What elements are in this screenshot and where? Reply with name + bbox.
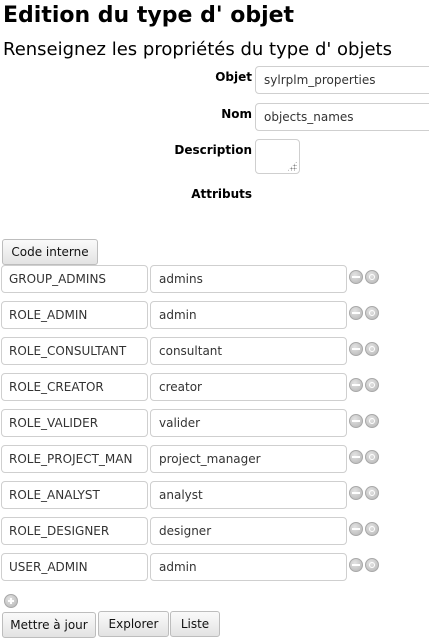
row-action-icon[interactable] — [365, 522, 379, 536]
attribute-value-field[interactable]: creator — [150, 373, 347, 401]
attribute-row: ROLE_DESIGNER designer — [0, 516, 429, 552]
row-action-icon[interactable] — [365, 306, 379, 320]
remove-row-icon[interactable] — [349, 522, 363, 536]
remove-row-icon[interactable] — [349, 486, 363, 500]
attribute-value-field[interactable]: analyst — [150, 481, 347, 509]
attribute-value-field[interactable]: valider — [150, 409, 347, 437]
row-action-icon[interactable] — [365, 450, 379, 464]
explore-button[interactable]: Explorer — [98, 611, 169, 637]
attribute-key-field[interactable]: ROLE_CONSULTANT — [1, 337, 148, 365]
remove-row-icon[interactable] — [349, 306, 363, 320]
row-action-icon[interactable] — [365, 342, 379, 356]
attribute-row: ROLE_PROJECT_MAN project_manager — [0, 444, 429, 480]
remove-row-icon[interactable] — [349, 270, 363, 284]
attribute-row: USER_ADMIN admin — [0, 552, 429, 588]
attribute-row: GROUP_ADMINS admins — [0, 264, 429, 300]
page-subtitle: Renseignez les propriétés du type d' obj… — [3, 39, 392, 60]
remove-row-icon[interactable] — [349, 414, 363, 428]
attribute-row: ROLE_VALIDER valider — [0, 408, 429, 444]
row-action-icon[interactable] — [365, 414, 379, 428]
attribute-row: ROLE_CREATOR creator — [0, 372, 429, 408]
attribute-key-field[interactable]: USER_ADMIN — [1, 553, 148, 581]
list-button[interactable]: Liste — [170, 611, 220, 637]
attribute-key-field[interactable]: ROLE_CREATOR — [1, 373, 148, 401]
attributes-list: GROUP_ADMINS admins ROLE_ADMIN admin ROL… — [0, 264, 429, 588]
description-label: Description — [174, 143, 252, 157]
attribute-key-field[interactable]: ROLE_PROJECT_MAN — [1, 445, 148, 473]
attribute-value-field[interactable]: admin — [150, 301, 347, 329]
row-action-icon[interactable] — [365, 378, 379, 392]
code-interne-button[interactable]: Code interne — [2, 239, 98, 265]
page: Edition du type d' objet Renseignez les … — [0, 0, 429, 638]
attribute-key-field[interactable]: ROLE_DESIGNER — [1, 517, 148, 545]
attribute-row: ROLE_ADMIN admin — [0, 300, 429, 336]
nom-field[interactable]: objects_names — [255, 103, 429, 131]
attributs-label: Attributs — [191, 187, 252, 201]
attribute-key-field[interactable]: GROUP_ADMINS — [1, 265, 148, 293]
attribute-value-field[interactable]: consultant — [150, 337, 347, 365]
add-row-icon[interactable] — [4, 594, 18, 608]
row-action-icon[interactable] — [365, 558, 379, 572]
row-action-icon[interactable] — [365, 486, 379, 500]
attribute-row: ROLE_CONSULTANT consultant — [0, 336, 429, 372]
attribute-value-field[interactable]: admins — [150, 265, 347, 293]
attribute-value-field[interactable]: admin — [150, 553, 347, 581]
description-textarea[interactable] — [255, 139, 300, 174]
attribute-key-field[interactable]: ROLE_ADMIN — [1, 301, 148, 329]
objet-label: Objet — [215, 70, 252, 84]
remove-row-icon[interactable] — [349, 342, 363, 356]
attribute-key-field[interactable]: ROLE_ANALYST — [1, 481, 148, 509]
update-button[interactable]: Mettre à jour — [2, 612, 96, 638]
remove-row-icon[interactable] — [349, 378, 363, 392]
page-title: Edition du type d' objet — [3, 3, 295, 28]
objet-field[interactable]: sylrplm_properties — [255, 66, 429, 94]
nom-label: Nom — [221, 107, 252, 121]
row-action-icon[interactable] — [365, 270, 379, 284]
attribute-value-field[interactable]: project_manager — [150, 445, 347, 473]
remove-row-icon[interactable] — [349, 450, 363, 464]
attribute-row: ROLE_ANALYST analyst — [0, 480, 429, 516]
remove-row-icon[interactable] — [349, 558, 363, 572]
attribute-value-field[interactable]: designer — [150, 517, 347, 545]
resize-grip-icon[interactable] — [287, 161, 297, 171]
attribute-key-field[interactable]: ROLE_VALIDER — [1, 409, 148, 437]
